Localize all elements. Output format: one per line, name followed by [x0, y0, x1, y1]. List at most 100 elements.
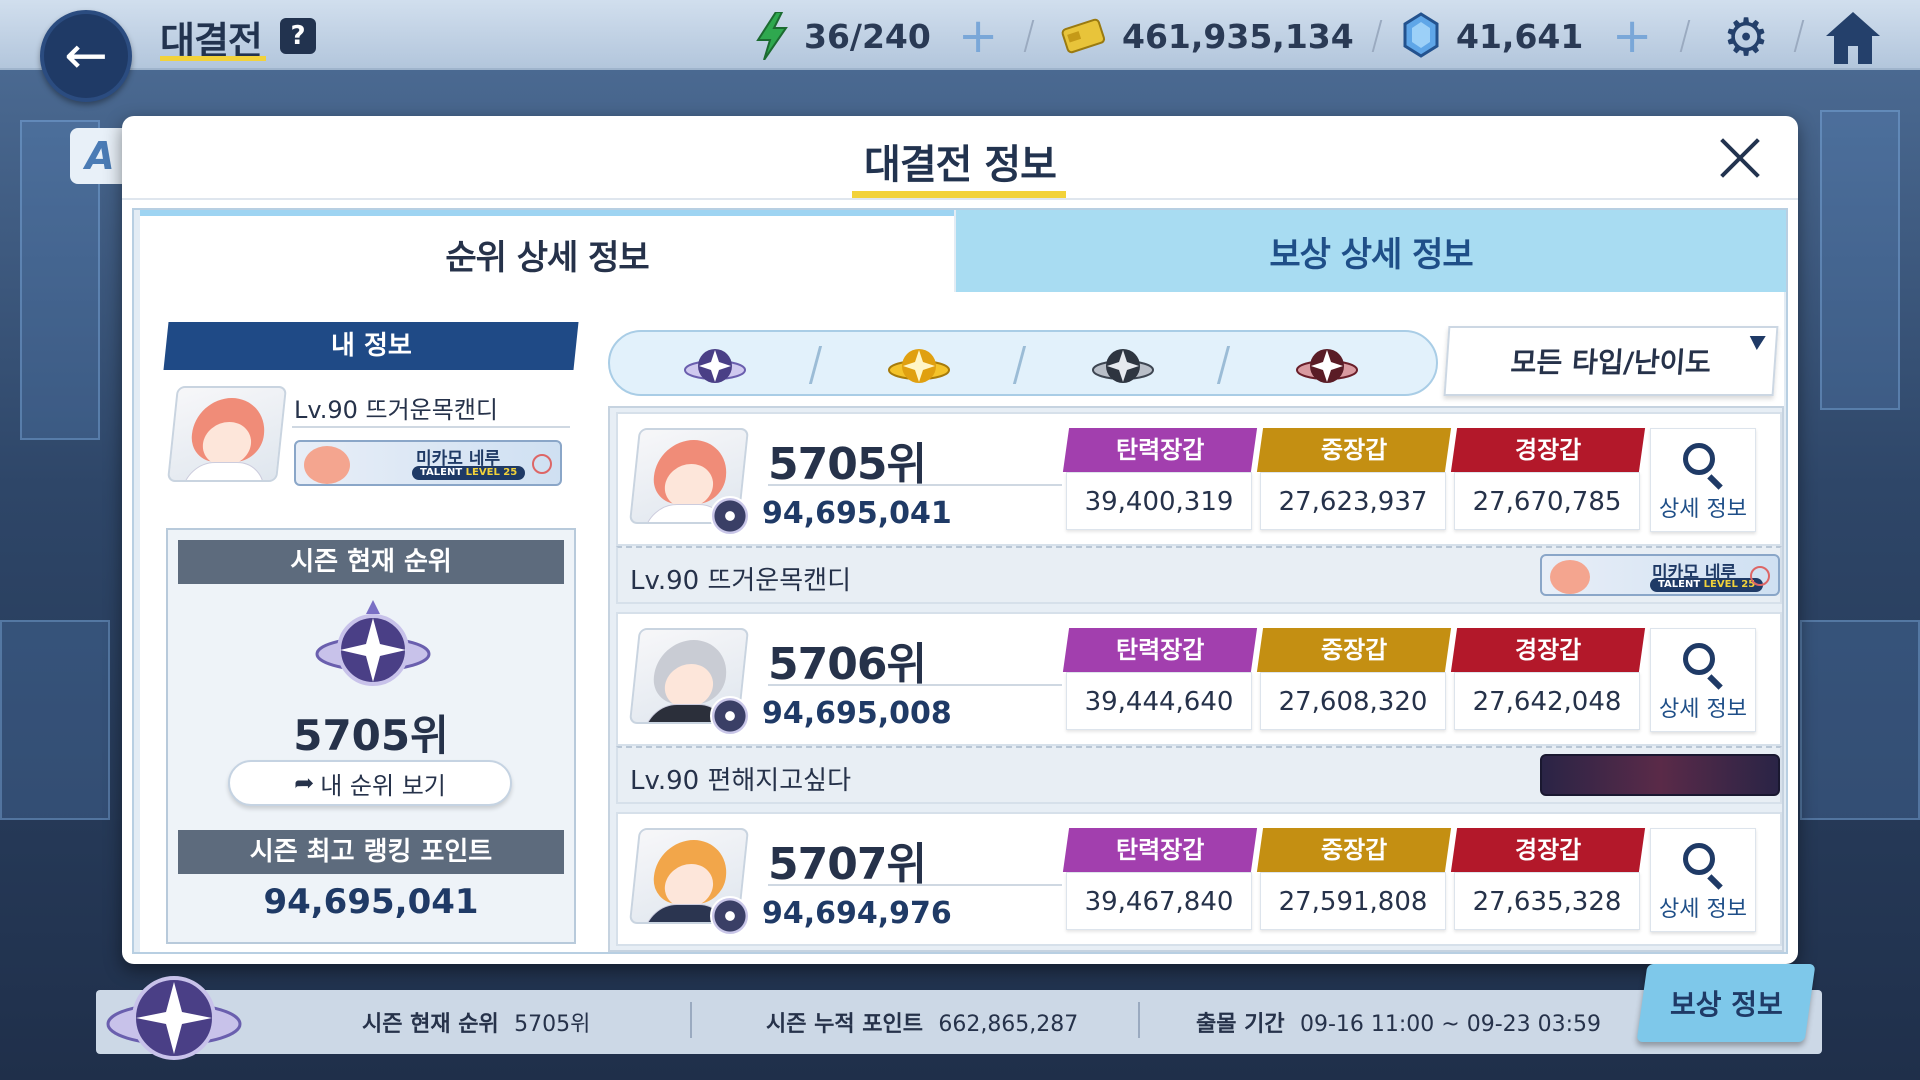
- detail-info-button[interactable]: 상세 정보: [1650, 428, 1756, 532]
- stat-heavy-armor: 중장갑 27,591,808: [1256, 828, 1452, 930]
- modal-header: 대결전 정보: [122, 116, 1798, 200]
- stat-value: 27,670,785: [1454, 472, 1640, 530]
- difficulty-emblem-icon: [710, 696, 750, 736]
- stat-heavy-armor: 중장갑 27,608,320: [1256, 628, 1452, 730]
- add-gems-button[interactable]: +: [1612, 12, 1652, 60]
- my-badge-card: 미카모 네루 TALENT LEVEL 25: [294, 440, 562, 486]
- divider: [292, 426, 570, 428]
- title-underline: [160, 56, 266, 61]
- arrow-left-icon: ←: [64, 26, 108, 86]
- tab-reward-detail[interactable]: 보상 상세 정보: [956, 210, 1786, 292]
- stat-elastic-armor: 탄력장갑 39,400,319: [1062, 428, 1258, 530]
- view-my-rank-button[interactable]: ➦ 내 순위 보기: [228, 760, 512, 806]
- title-underline: [852, 191, 1066, 198]
- purple-emblem-icon[interactable]: [682, 338, 748, 392]
- add-stamina-button[interactable]: +: [958, 12, 998, 60]
- my-avatar: [166, 386, 288, 482]
- share-arrow-icon: ➦: [294, 769, 315, 797]
- view-my-rank-label: 내 순위 보기: [320, 771, 446, 800]
- stat-elastic-armor: 탄력장갑 39,467,840: [1062, 828, 1258, 930]
- stamina-value: 36/240: [804, 16, 931, 56]
- seal-icon: [532, 454, 552, 474]
- detail-label: 상세 정보: [1659, 697, 1747, 722]
- stat-heavy-armor: 중장갑 27,623,937: [1256, 428, 1452, 530]
- entry-points: 94,694,976: [762, 896, 952, 931]
- entry-points: 94,695,041: [762, 496, 952, 531]
- my-level-name: Lv.90 뜨거운목캔디: [294, 396, 498, 424]
- entry-rank: 5706위: [768, 639, 927, 690]
- divider: [768, 484, 1062, 486]
- magnifier-icon: [1683, 443, 1715, 475]
- stat-value: 27,608,320: [1260, 672, 1446, 730]
- entry-rank: 5707위: [768, 839, 927, 890]
- ranking-entry[interactable]: 5705위 94,695,041 탄력장갑 39,400,319 중장갑 27,…: [616, 412, 1782, 612]
- stat-light-armor: 경장갑 27,670,785: [1450, 428, 1646, 530]
- divider: [768, 684, 1062, 686]
- stat-value: 27,623,937: [1260, 472, 1446, 530]
- season-rank-value: 5705위: [293, 711, 449, 760]
- lightning-icon: [756, 12, 788, 60]
- stat-light-armor: 경장갑 27,635,328: [1450, 828, 1646, 930]
- stat-value: 27,635,328: [1454, 872, 1640, 930]
- best-points-value: 94,695,041: [263, 882, 479, 922]
- divider: [1216, 346, 1231, 384]
- seal-icon: [1750, 566, 1770, 586]
- ranking-entry[interactable]: 5706위 94,695,008 탄력장갑 39,444,640 중장갑 27,…: [616, 612, 1782, 812]
- stat-light-armor: 경장갑 27,642,048: [1450, 628, 1646, 730]
- side-tab[interactable]: A: [70, 128, 130, 184]
- type-difficulty-select[interactable]: 모든 타입/난이도: [1443, 326, 1779, 396]
- dropdown-triangle-icon: [1748, 336, 1766, 350]
- stat-elastic-armor: 탄력장갑 39,444,640: [1062, 628, 1258, 730]
- ranking-list[interactable]: 5705위 94,695,041 탄력장갑 39,400,319 중장갑 27,…: [608, 406, 1784, 952]
- credit-card-icon: [1061, 18, 1106, 54]
- type-difficulty-value: 모든 타입/난이도: [1509, 346, 1713, 379]
- rank-emblem-icon: [315, 600, 431, 686]
- divider: [768, 884, 1062, 886]
- entry-badge-card: [1540, 754, 1780, 796]
- entry-summary: 5707위 94,694,976 탄력장갑 39,467,840 중장갑 27,…: [616, 812, 1782, 946]
- help-icon[interactable]: ?: [280, 18, 316, 54]
- magnifier-icon: [1683, 843, 1715, 875]
- back-button[interactable]: ←: [40, 10, 132, 102]
- rank-info-modal: 대결전 정보 순위 상세 정보 보상 상세 정보 내 정보 Lv.90 뜨거운목…: [122, 116, 1798, 964]
- entry-points: 94,695,008: [762, 696, 952, 731]
- reward-info-button[interactable]: 보상 정보: [1636, 964, 1816, 1042]
- season-emblem-icon: [106, 976, 242, 1060]
- detail-info-button[interactable]: 상세 정보: [1650, 828, 1756, 932]
- rank-detail-panel: 내 정보 Lv.90 뜨거운목캔디 미카모 네루 TALENT LEVEL 25…: [140, 292, 1784, 952]
- divider: [690, 1002, 692, 1038]
- best-points-label: 시즌 최고 랭킹 포인트: [178, 830, 564, 874]
- talent-level: TALENT LEVEL 25: [1650, 578, 1764, 592]
- entry-badge-card: 미카모 네루 TALENT LEVEL 25: [1540, 554, 1780, 596]
- modal-title: 대결전 정보: [864, 142, 1057, 188]
- season-rank-box: 시즌 현재 순위 5705위 ➦ 내 순위 보기 시즌 최고 랭킹 포인트 94…: [166, 528, 576, 944]
- detail-label: 상세 정보: [1659, 497, 1747, 522]
- divider: [1138, 1002, 1140, 1038]
- stat-value: 39,400,319: [1066, 472, 1252, 530]
- detail-info-button[interactable]: 상세 정보: [1650, 628, 1756, 732]
- gear-icon[interactable]: ⚙: [1718, 10, 1774, 66]
- divider: [808, 346, 823, 384]
- season-rank-label: 시즌 현재 순위: [178, 540, 564, 584]
- stat-value: 39,444,640: [1066, 672, 1252, 730]
- home-icon[interactable]: [1822, 8, 1884, 68]
- gold-emblem-icon[interactable]: [886, 338, 952, 392]
- entry-rank: 5705위: [768, 439, 927, 490]
- tab-rank-detail[interactable]: 순위 상세 정보: [140, 210, 954, 292]
- bottom-period: 출몰 기간 09-16 11:00 ~ 09-23 03:59: [1196, 1012, 1602, 1037]
- stat-value: 27,591,808: [1260, 872, 1446, 930]
- difficulty-filter: [608, 330, 1438, 396]
- entry-player-row: Lv.90 편해지고싶다: [616, 746, 1782, 804]
- dark-emblem-icon[interactable]: [1090, 338, 1156, 392]
- red-emblem-icon[interactable]: [1294, 338, 1360, 392]
- gems-value: 41,641: [1456, 16, 1584, 56]
- talent-level: TALENT LEVEL 25: [412, 466, 526, 480]
- difficulty-emblem-icon: [710, 496, 750, 536]
- close-button[interactable]: [1716, 134, 1764, 182]
- ranking-entry[interactable]: 5707위 94,694,976 탄력장갑 39,467,840 중장갑 27,…: [616, 812, 1782, 950]
- stat-value: 27,642,048: [1454, 672, 1640, 730]
- magnifier-icon: [1683, 643, 1715, 675]
- credits-value: 461,935,134: [1122, 16, 1354, 56]
- my-info-banner: 내 정보: [163, 322, 579, 370]
- stat-value: 39,467,840: [1066, 872, 1252, 930]
